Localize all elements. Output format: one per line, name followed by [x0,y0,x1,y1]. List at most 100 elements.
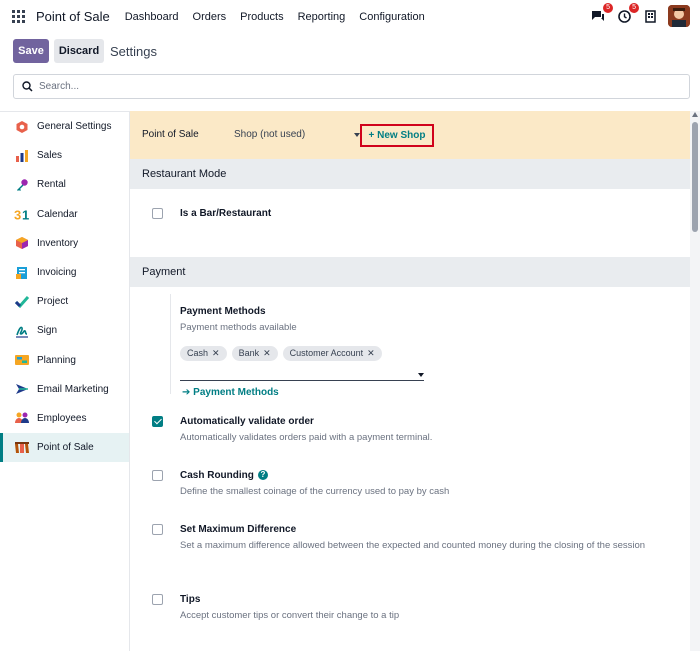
messages-badge: 5 [603,3,613,13]
tips-checkbox[interactable] [152,594,163,605]
calendar-icon: 31 [14,206,30,222]
setting-description: Define the smallest coinage of the curre… [180,486,450,497]
search-icon [22,81,33,92]
menu-configuration[interactable]: Configuration [352,11,431,23]
settings-sidebar: General Settings Sales Rental 31 Calenda… [0,111,130,651]
main-menu: Dashboard Orders Products Reporting Conf… [118,11,432,23]
setting-title-row: Cash Rounding? [180,470,268,481]
top-navbar: Point of Sale Dashboard Orders Products … [0,0,700,33]
tag-label: Bank [238,348,260,358]
max-difference-checkbox[interactable] [152,524,163,535]
bar-restaurant-checkbox[interactable] [152,208,163,219]
menu-orders[interactable]: Orders [186,11,234,23]
sidebar-item-label: Invoicing [37,267,77,279]
sidebar-item-label: Project [37,296,69,308]
sidebar-item-calendar[interactable]: 31 Calendar [0,200,129,229]
pos-label: Point of Sale [142,129,199,140]
remove-tag-icon[interactable]: ✕ [212,348,220,358]
setting-description: Accept customer tips or convert their ch… [180,610,400,621]
payment-method-tags: Cash ✕ Bank ✕ Customer Account ✕ [180,346,382,361]
save-button[interactable]: Save [13,39,49,63]
svg-text:1: 1 [22,208,29,222]
sidebar-item-rental[interactable]: Rental [0,170,129,199]
remove-tag-icon[interactable]: ✕ [367,348,375,358]
page-title: Settings [110,44,157,59]
help-icon[interactable]: ? [257,470,268,481]
app-brand[interactable]: Point of Sale [36,9,110,24]
scroll-thumb[interactable] [692,122,698,232]
shop-select[interactable]: Shop (not used) [234,129,360,140]
search-bar[interactable] [13,74,690,99]
sidebar-item-general-settings[interactable]: General Settings [0,112,129,141]
setting-description: Set a maximum difference allowed between… [180,540,646,551]
menu-reporting[interactable]: Reporting [291,11,353,23]
payment-methods-input[interactable] [180,380,424,381]
menu-products[interactable]: Products [233,11,290,23]
sidebar-item-label: Inventory [37,237,79,249]
sidebar-item-employees[interactable]: Employees [0,404,129,433]
pos-shop-bar: Point of Sale Shop (not used) + New Shop [130,111,690,160]
setting-title: Tips [180,594,201,605]
sidebar-item-email-marketing[interactable]: Email Marketing [0,375,129,404]
remove-tag-icon[interactable]: ✕ [263,348,271,358]
search-input[interactable] [39,81,639,92]
setting-title: Set Maximum Difference [180,524,297,535]
sidebar-item-label: Rental [37,179,66,191]
sidebar-item-inventory[interactable]: Inventory [0,229,129,258]
link-label: Payment Methods [193,387,279,398]
tag-label: Customer Account [289,348,364,358]
sidebar-item-point-of-sale[interactable]: Point of Sale [0,433,129,463]
scroll-up-icon[interactable] [692,112,698,117]
section-payment: Payment [130,257,690,287]
sidebar-item-sign[interactable]: Sign [0,316,129,345]
sidebar-item-label: Employees [37,412,87,424]
sidebar-item-planning[interactable]: Planning [0,346,129,375]
payment-methods-divider [170,294,178,394]
systray: 5 5 [590,3,690,27]
activities-icon[interactable]: 5 [616,3,639,24]
cash-rounding-checkbox[interactable] [152,470,163,481]
sidebar-item-invoicing[interactable]: Invoicing [0,258,129,287]
setting-title: Automatically validate order [180,416,314,427]
settings-content: Point of Sale Shop (not used) + New Shop… [130,111,690,651]
employees-icon [14,410,30,426]
inventory-icon [14,235,30,251]
sidebar-item-label: General Settings [37,121,112,133]
activities-badge: 5 [629,3,639,13]
sidebar-item-label: Planning [37,354,76,366]
setting-description: Automatically validates orders paid with… [180,432,433,443]
sign-icon [14,323,30,339]
sidebar-item-project[interactable]: Project [0,287,129,316]
svg-text:3: 3 [14,208,21,222]
tag-customer-account: Customer Account ✕ [282,346,382,361]
sidebar-item-sales[interactable]: Sales [0,141,129,170]
setting-title: Is a Bar/Restaurant [180,208,272,219]
chevron-down-icon[interactable] [418,373,424,377]
sales-icon [14,148,30,164]
auto-validate-checkbox[interactable] [152,416,163,427]
discard-button[interactable]: Discard [54,39,104,63]
setting-title: Cash Rounding [180,470,254,481]
point-of-sale-icon [14,440,30,456]
user-avatar[interactable] [668,5,690,27]
new-shop-button[interactable]: + New Shop [360,124,434,147]
sidebar-item-label: Point of Sale [37,442,94,454]
email-marketing-icon [14,381,30,397]
company-icon[interactable] [642,8,658,24]
project-icon [14,294,30,310]
rental-icon [14,177,30,193]
apps-menu-icon[interactable] [12,9,26,24]
payment-methods-link[interactable]: ➔ Payment Methods [182,387,279,398]
messages-icon[interactable]: 5 [590,3,613,24]
tag-label: Cash [187,348,209,358]
setting-description: Payment methods available [180,322,297,333]
setting-title: Payment Methods [180,306,266,317]
menu-dashboard[interactable]: Dashboard [118,11,186,23]
sidebar-item-label: Sales [37,150,63,162]
section-restaurant-mode: Restaurant Mode [130,159,690,189]
planning-icon [14,352,30,368]
tag-cash: Cash ✕ [180,346,227,361]
tag-bank: Bank ✕ [231,346,278,361]
invoicing-icon [14,265,30,281]
content-scrollbar[interactable] [690,111,700,651]
